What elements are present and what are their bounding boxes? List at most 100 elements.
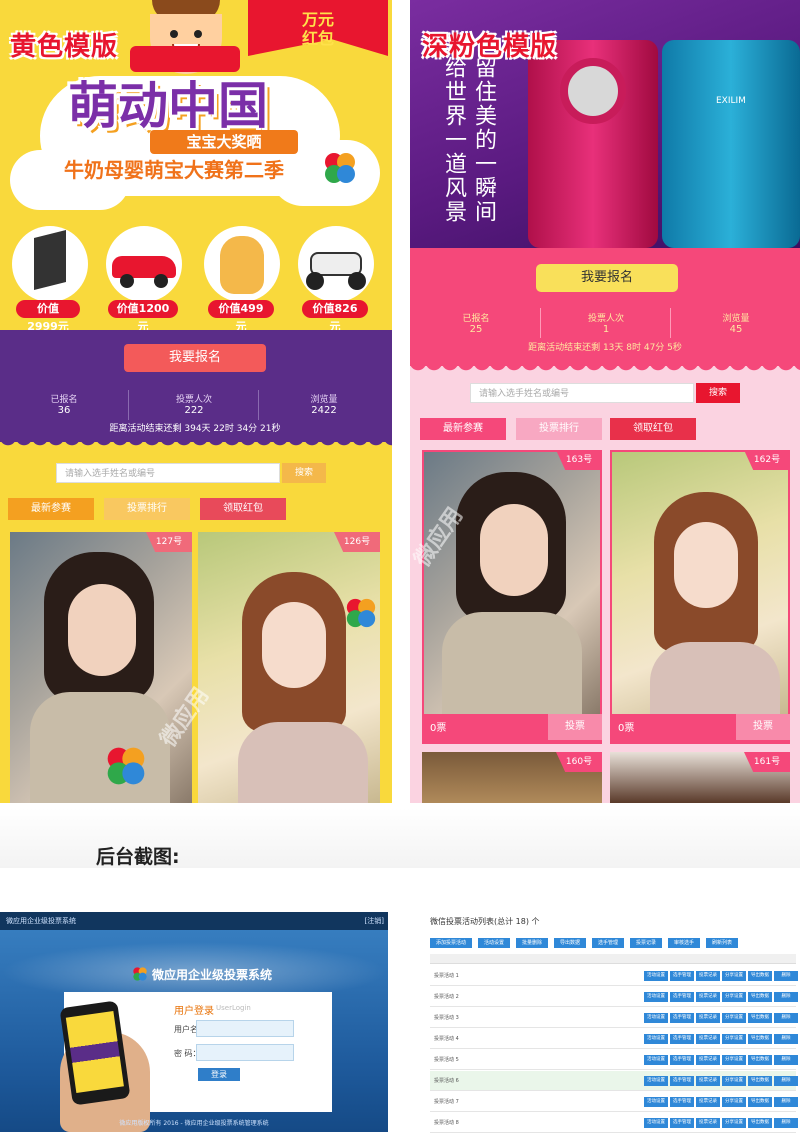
password-input[interactable]	[196, 1044, 294, 1061]
row-action-button[interactable]: 活动设置	[644, 1034, 668, 1044]
row-action-button[interactable]: 分享设置	[722, 1076, 746, 1086]
toolbar-button[interactable]: 投票记录	[630, 938, 662, 948]
row-action-button[interactable]: 活动设置	[644, 1076, 668, 1086]
username-input[interactable]	[196, 1020, 294, 1037]
row-action-button[interactable]: 活动设置	[644, 971, 668, 981]
entry-card[interactable]: 126号	[198, 532, 380, 803]
entry-photo	[424, 452, 600, 714]
row-activity-name: 投票活动 1	[434, 973, 459, 979]
row-activity-name: 投票活动 7	[434, 1099, 459, 1105]
row-action-button[interactable]: 投票记录	[696, 1118, 720, 1128]
row-action-button[interactable]: 投票记录	[696, 1055, 720, 1065]
row-action-button[interactable]: 删除	[774, 971, 798, 981]
tab-red-packet[interactable]: 领取红包	[200, 498, 286, 520]
row-action-button[interactable]: 活动设置	[644, 1055, 668, 1065]
row-action-button[interactable]: 活动设置	[644, 1097, 668, 1107]
row-action-button[interactable]: 删除	[774, 1013, 798, 1023]
row-action-button[interactable]: 投票记录	[696, 1013, 720, 1023]
row-action-button[interactable]: 分享设置	[722, 971, 746, 981]
row-action-button[interactable]: 分享设置	[722, 1097, 746, 1107]
row-action-button[interactable]: 选手管理	[670, 1013, 694, 1023]
row-action-button[interactable]: 选手管理	[670, 992, 694, 1002]
tab-red-packet[interactable]: 领取红包	[610, 418, 696, 440]
entry-photo-face	[262, 602, 326, 688]
row-action-button[interactable]: 分享设置	[722, 1118, 746, 1128]
row-activity-name: 投票活动 4	[434, 1036, 459, 1042]
table-row[interactable]: 投票活动 3 活动设置 选手管理 投票记录 分享设置 导出数据 删除	[430, 1008, 798, 1028]
signup-button[interactable]: 我要报名	[536, 264, 678, 292]
toolbar-button[interactable]: 批量删除	[516, 938, 548, 948]
toolbar-button[interactable]: 审核选手	[668, 938, 700, 948]
vote-button[interactable]: 投票	[548, 714, 602, 740]
vote-button[interactable]: 投票	[736, 714, 790, 740]
row-action-button[interactable]: 删除	[774, 1076, 798, 1086]
row-action-button[interactable]: 选手管理	[670, 1055, 694, 1065]
row-action-button[interactable]: 活动设置	[644, 1118, 668, 1128]
search-button[interactable]: 搜索	[282, 463, 326, 483]
row-action-button[interactable]: 导出数据	[748, 992, 772, 1002]
stat-value: 25	[469, 324, 483, 335]
row-action-button[interactable]: 活动设置	[644, 992, 668, 1002]
row-action-button[interactable]: 导出数据	[748, 1118, 772, 1128]
row-action-button[interactable]: 导出数据	[748, 1076, 772, 1086]
row-action-button[interactable]: 投票记录	[696, 971, 720, 981]
row-action-button[interactable]: 选手管理	[670, 1118, 694, 1128]
row-action-button[interactable]: 删除	[774, 1034, 798, 1044]
entry-card[interactable]: 161号	[610, 752, 790, 803]
login-card-subtitle: UserLogin	[216, 1004, 251, 1012]
row-action-button[interactable]: 投票记录	[696, 992, 720, 1002]
search-input[interactable]: 请输入选手姓名或编号	[470, 383, 694, 403]
row-action-button[interactable]: 投票记录	[696, 1034, 720, 1044]
toolbar-button[interactable]: 添加投票活动	[430, 938, 472, 948]
entry-card[interactable]: 127号	[10, 532, 192, 803]
row-action-button[interactable]: 删除	[774, 1055, 798, 1065]
login-button[interactable]: 登录	[198, 1068, 240, 1081]
table-row[interactable]: 投票活动 7 活动设置 选手管理 投票记录 分享设置 导出数据 删除	[430, 1092, 798, 1112]
tab-ranking[interactable]: 投票排行	[516, 418, 602, 440]
row-action-button[interactable]: 选手管理	[670, 1076, 694, 1086]
search-input[interactable]: 请输入选手姓名或编号	[56, 463, 280, 483]
table-row[interactable]: 投票活动 1 活动设置 选手管理 投票记录 分享设置 导出数据 删除	[430, 966, 798, 986]
search-button[interactable]: 搜索	[696, 383, 740, 403]
flower-logo-icon	[346, 598, 376, 628]
row-action-button[interactable]: 分享设置	[722, 1055, 746, 1065]
row-action-button[interactable]: 删除	[774, 1097, 798, 1107]
row-action-button[interactable]: 导出数据	[748, 1013, 772, 1023]
tab-ranking[interactable]: 投票排行	[104, 498, 190, 520]
row-action-button[interactable]: 导出数据	[748, 1034, 772, 1044]
tab-latest[interactable]: 最新参赛	[420, 418, 506, 440]
row-action-button[interactable]: 导出数据	[748, 1097, 772, 1107]
row-action-button[interactable]: 分享设置	[722, 1013, 746, 1023]
toolbar-button[interactable]: 导出数据	[554, 938, 586, 948]
row-action-button[interactable]: 删除	[774, 1118, 798, 1128]
row-action-button[interactable]: 选手管理	[670, 1097, 694, 1107]
toolbar-button[interactable]: 活动设置	[478, 938, 510, 948]
row-action-button[interactable]: 导出数据	[748, 1055, 772, 1065]
logout-link[interactable]: [注销]	[365, 916, 384, 926]
row-action-button[interactable]: 投票记录	[696, 1076, 720, 1086]
table-row[interactable]: 投票活动 5 活动设置 选手管理 投票记录 分享设置 导出数据 删除	[430, 1050, 798, 1070]
entry-card[interactable]: 163号 0票 投票	[422, 450, 602, 744]
row-action-button[interactable]: 活动设置	[644, 1013, 668, 1023]
row-activity-name: 投票活动 8	[434, 1120, 459, 1126]
entry-card[interactable]: 162号 0票 投票	[610, 450, 790, 744]
table-row[interactable]: 投票活动 2 活动设置 选手管理 投票记录 分享设置 导出数据 删除	[430, 987, 798, 1007]
entry-photo	[612, 452, 788, 714]
table-row[interactable]: 投票活动 4 活动设置 选手管理 投票记录 分享设置 导出数据 删除	[430, 1029, 798, 1049]
list-toolbar: 添加投票活动 活动设置 批量删除 导出数据 选手管理 投票记录 审核选手 刷新列…	[430, 938, 800, 950]
row-action-button[interactable]: 分享设置	[722, 1034, 746, 1044]
row-action-button[interactable]: 投票记录	[696, 1097, 720, 1107]
row-action-button[interactable]: 导出数据	[748, 971, 772, 981]
row-action-button[interactable]: 选手管理	[670, 1034, 694, 1044]
wheel	[348, 272, 366, 290]
toolbar-button[interactable]: 选手管理	[592, 938, 624, 948]
table-row[interactable]: 投票活动 6 活动设置 选手管理 投票记录 分享设置 导出数据 删除	[430, 1071, 798, 1091]
tab-latest[interactable]: 最新参赛	[8, 498, 94, 520]
row-action-button[interactable]: 删除	[774, 992, 798, 1002]
table-row[interactable]: 投票活动 8 活动设置 选手管理 投票记录 分享设置 导出数据 删除	[430, 1113, 798, 1133]
row-action-button[interactable]: 分享设置	[722, 992, 746, 1002]
entry-card[interactable]: 160号	[422, 752, 602, 803]
toolbar-button[interactable]: 刷新列表	[706, 938, 738, 948]
row-action-button[interactable]: 选手管理	[670, 971, 694, 981]
signup-button[interactable]: 我要报名	[124, 344, 266, 372]
